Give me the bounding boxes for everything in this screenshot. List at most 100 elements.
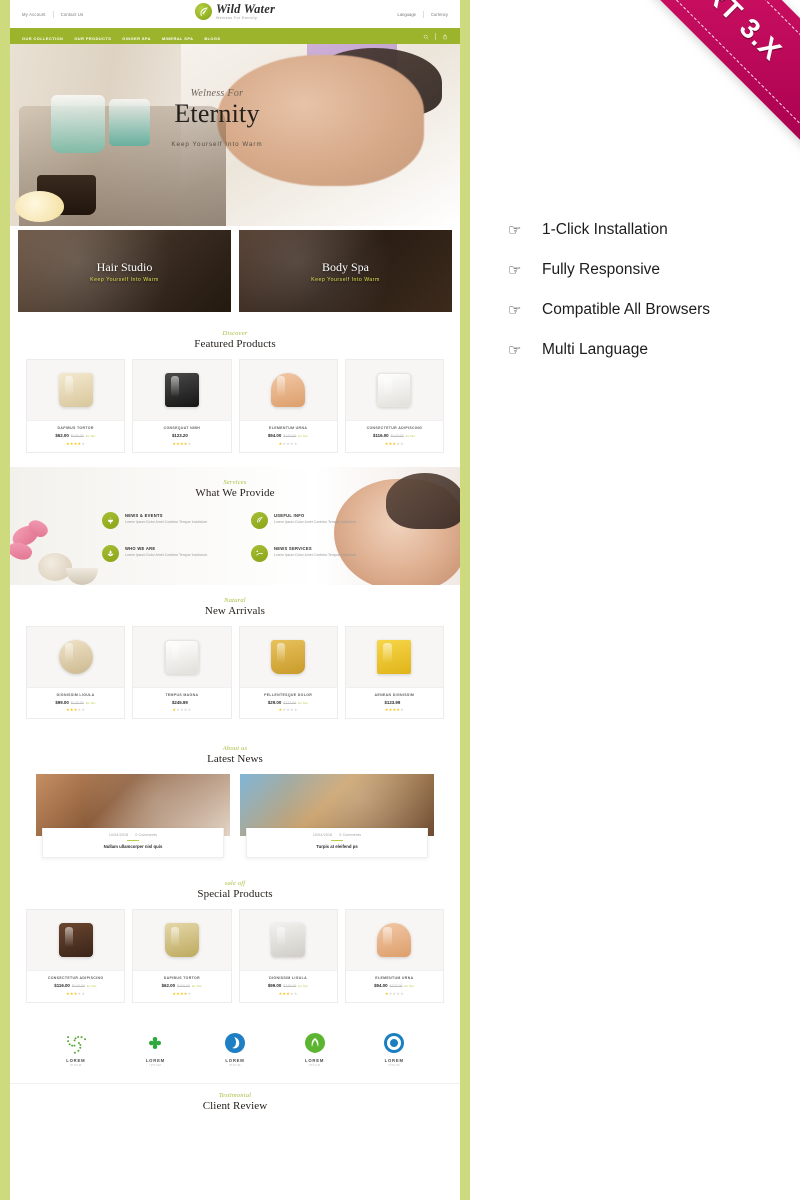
brand-logo[interactable]: LOREM IPSUM <box>303 1031 327 1067</box>
product-card[interactable]: PELLENTESQUE DOLOR $29.00 $122.00 Ex Tax: ★★… <box>238 625 338 719</box>
promo-banner-body-spa[interactable]: Body Spa Keep Yourself Into Warm <box>239 230 452 312</box>
product-prices: $94.00 $122.00 Ex Tax: <box>349 983 440 988</box>
feature-item: ☞ Compatible All Browsers <box>508 290 778 330</box>
brand-logo-row: LOREM IPSUM LOREM IPSUM LOREM IPSUM LOREM IPSUM… <box>10 1017 460 1083</box>
nav-item-our-products[interactable]: OUR PRODUCTS <box>74 36 111 41</box>
hero-subtitle: Keep Yourself Into Warm <box>171 141 263 149</box>
brand-logo[interactable]: LOREM IPSUM <box>223 1031 247 1067</box>
product-card[interactable]: ELEMENTUM URNA $94.00 $122.00 Ex Tax: ★★★★★ <box>344 909 444 1003</box>
product-prices: $99.00 $125.00 Ex Tax: <box>243 983 334 988</box>
promo-subtitle: Keep Yourself Into Warm <box>311 276 380 283</box>
site-logo[interactable]: Wild Water Welness For Eternity <box>194 3 275 21</box>
hero-kicker: Welness For <box>190 88 244 99</box>
hand-point-icon: ☞ <box>508 341 522 359</box>
site-page-canvas: My Account Contact Us Wild Water Welness… <box>10 0 460 1200</box>
product-card[interactable]: CONSECTETUR ADIPISCING $116.00 $143.00 Ex T… <box>26 909 126 1003</box>
blog-post-card[interactable]: 10/04/2018 0 Comments Nullam ullamcorper n… <box>36 774 230 859</box>
section-title: Latest News <box>207 753 263 765</box>
product-info: ELEMENTUM URNA $94.00 $122.00 Ex Tax: ★★★★★ <box>345 970 443 1002</box>
link-my-account[interactable]: My Account <box>22 12 46 17</box>
blog-post-card[interactable]: 10/04/2018 0 Comments Turpis at eleifend p… <box>240 774 434 859</box>
desktop-site-preview: My Account Contact Us Wild Water Welness… <box>0 0 470 1200</box>
leaf-logo-icon <box>194 3 212 21</box>
link-contact-us[interactable]: Contact Us <box>61 12 84 17</box>
service-item[interactable]: NEWS SERVICES Lorem Ipsum Dolor Amet Cont… <box>251 544 374 562</box>
product-name: DAPIBUS TORTOR <box>57 426 94 430</box>
nav-item-our-collection[interactable]: OUR COLLECTION <box>22 36 63 41</box>
feature-label: Multi Language <box>542 341 648 358</box>
service-item[interactable]: WHO WE ARE Lorem Ipsum Dolor Amet Contetu… <box>102 544 225 562</box>
section-title: New Arrivals <box>204 604 266 617</box>
top-links: My Account Contact Us <box>22 10 84 18</box>
new-arrivals-product-grid: DIGNISSIM LIGULA $99.00 $125.00 Ex Tax: ★★★★… <box>10 625 460 734</box>
product-price: $99.00 <box>267 983 282 989</box>
product-card[interactable]: CONSECTETUR ADIPISCING $116.00 $143.00 Ex T… <box>344 359 444 453</box>
service-item[interactable]: NEWS & EVENTS Lorem Ipsum Dolor Amet Cont… <box>102 511 225 529</box>
product-price: $99.00 <box>55 699 69 705</box>
blog-image <box>240 774 434 836</box>
product-prices: $62.00 $100.00 Ex Tax: <box>136 983 227 988</box>
product-tax-note: Ex Tax: <box>298 434 309 438</box>
product-old-price: $125.00 <box>70 700 84 705</box>
product-rating: ★★★★★ <box>172 990 192 996</box>
nav-item-blogs[interactable]: BLOGS <box>204 36 220 41</box>
currency-selector[interactable]: Currency <box>431 12 448 17</box>
product-image <box>133 360 231 420</box>
blog-comments: 0 Comments <box>135 833 158 837</box>
product-price: $29.00 <box>267 699 282 705</box>
brand-logo[interactable]: LOREM IPSUM <box>382 1031 406 1067</box>
product-old-price: $143.00 <box>390 434 404 438</box>
product-card[interactable]: ELEMENTUM URNA $94.00 $122.00 Ex Tax: ★★★★★ <box>238 359 338 453</box>
promo-banner-row: Hair Studio Keep Yourself Into Warm Body… <box>10 226 460 318</box>
product-image <box>27 626 125 687</box>
product-prices: $123.20 <box>136 433 227 438</box>
product-name: AENEAN DIGNISSIM <box>374 692 415 697</box>
product-card[interactable]: DAPIBUS TORTOR $62.00 $100.00 Ex Tax: ★★★★★ <box>26 359 126 453</box>
product-card[interactable]: CONSEQUAT NIBH $123.20 ★★★★★ <box>132 359 232 453</box>
feature-item: ☞ Multi Language <box>508 330 778 370</box>
product-card[interactable]: DIGNISSIM LIGULA $99.00 $125.00 Ex Tax: ★★★★… <box>26 625 126 719</box>
service-item[interactable]: USEFUL INFO Lorem Ipsum Dolor Amet Contet… <box>251 511 374 529</box>
search-icon[interactable] <box>423 27 429 45</box>
nav-item-mineral-spa[interactable]: MINERAL SPA <box>162 36 193 41</box>
product-card[interactable]: TEMPUS MAGNA $245.99 ★★★★★ <box>132 625 232 719</box>
promo-subtitle: Keep Yourself Into Warm <box>90 276 159 283</box>
product-tax-note: Ex Tax: <box>85 434 96 438</box>
product-image <box>239 626 337 687</box>
product-card[interactable]: AENEAN DIGNISSIM $123.99 ★★★★★ <box>344 625 444 719</box>
product-info: CONSECTETUR ADIPISCING $116.00 $143.00 Ex T… <box>27 970 125 1002</box>
promo-banner-hair-studio[interactable]: Hair Studio Keep Yourself Into Warm <box>18 230 231 312</box>
product-tax-note: Ex Tax: <box>404 984 415 989</box>
product-info: CONSEQUAT NIBH $123.20 ★★★★★ <box>133 420 231 452</box>
product-card[interactable]: DAPIBUS TORTOR $62.00 $100.00 Ex Tax: ★★★★★ <box>132 909 232 1003</box>
language-selector[interactable]: Language <box>397 12 416 17</box>
product-rating: ★★★★★ <box>278 707 298 712</box>
product-name: DIGNISSIM LIGULA <box>269 976 308 981</box>
product-price: $62.00 <box>55 433 69 438</box>
nav-item-ginger-spa[interactable]: GINGER SPA <box>122 36 151 41</box>
brand-logo[interactable]: LOREM IPSUM <box>64 1031 88 1067</box>
product-info: DIGNISSIM LIGULA $99.00 $125.00 Ex Tax: ★★★★… <box>27 686 125 719</box>
section-kicker: Services <box>223 478 247 486</box>
spa-icon <box>102 544 119 562</box>
cart-icon[interactable] <box>442 27 448 45</box>
product-card[interactable]: DIGNISSIM LIGULA $99.00 $125.00 Ex Tax: ★★★★… <box>238 909 338 1003</box>
brand-tagline: Welness For Eternity <box>215 15 258 20</box>
blog-title: Turpis at eleifend ps <box>316 844 358 850</box>
hero-slider[interactable]: Welness For Eternity Keep Yourself Into … <box>10 44 460 226</box>
product-image <box>27 910 125 971</box>
service-title: NEWS SERVICES <box>274 545 312 551</box>
product-image <box>345 626 443 687</box>
product-prices: $123.99 <box>349 700 440 705</box>
service-description: Lorem Ipsum Dolor Amet Contetur Tempor I… <box>125 552 208 557</box>
product-tax-note: Ex Tax: <box>405 434 416 438</box>
brand-logo[interactable]: LOREM IPSUM <box>143 1031 167 1067</box>
product-tax-note: Ex Tax: <box>85 700 96 705</box>
logo-text: Wild Water Welness For Eternity <box>216 3 275 20</box>
blog-comments: 0 Comments <box>339 833 362 837</box>
brand-sublabel: IPSUM <box>388 1062 401 1067</box>
product-info: CONSECTETUR ADIPISCING $116.00 $143.00 Ex T… <box>345 420 443 452</box>
product-name: CONSECTETUR ADIPISCING <box>366 426 423 430</box>
promo-title: Hair Studio <box>96 259 153 274</box>
product-rating: ★★★★★ <box>384 440 404 446</box>
